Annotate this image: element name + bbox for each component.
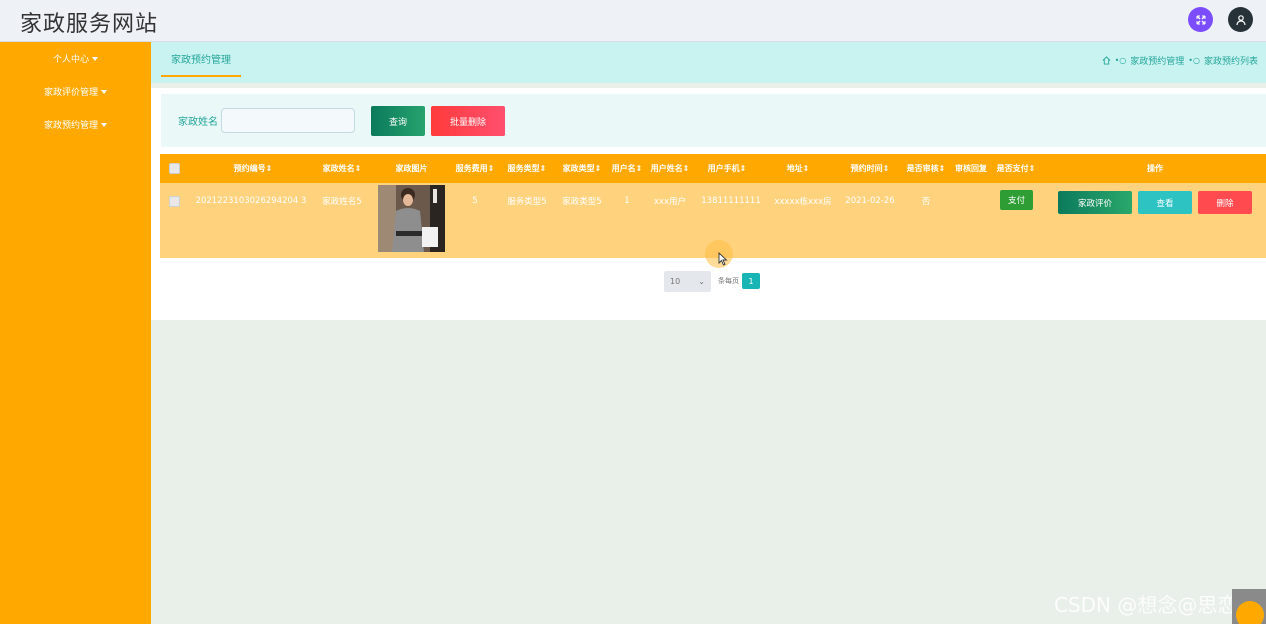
- query-button[interactable]: 查询: [371, 106, 425, 136]
- review-button[interactable]: 家政评价: [1058, 191, 1132, 214]
- breadcrumb-separator-icon: •○: [1188, 56, 1200, 65]
- fullscreen-toggle-icon[interactable]: [1188, 7, 1213, 32]
- corner-badge: [1232, 589, 1266, 624]
- housekeeping-type-cell: 家政类型5: [562, 197, 602, 207]
- sidebar-item-booking-management[interactable]: 家政预约管理: [0, 118, 151, 131]
- user-avatar-icon[interactable]: [1228, 7, 1253, 32]
- view-button[interactable]: 查看: [1138, 191, 1192, 214]
- sidebar-item-review-management[interactable]: 家政评价管理: [0, 85, 151, 98]
- fee-cell: 5: [472, 196, 478, 206]
- column-header[interactable]: 用户名 ⇕: [609, 154, 645, 183]
- batch-delete-button[interactable]: 批量删除: [431, 106, 505, 136]
- column-header[interactable]: 服务类型 ⇕: [503, 154, 551, 183]
- audit-reply-cell: [951, 195, 991, 207]
- column-header[interactable]: 用户手机 ⇕: [700, 154, 754, 183]
- chevron-down-icon: ⌄: [698, 276, 705, 286]
- breadcrumb-item: 家政预约列表: [1203, 57, 1258, 67]
- caret-down-icon: [92, 56, 98, 61]
- row-checkbox[interactable]: [167, 195, 181, 207]
- select-all-checkbox[interactable]: [167, 154, 181, 183]
- caret-down-icon: [101, 89, 107, 94]
- housekeeper-photo: [378, 185, 445, 252]
- search-input[interactable]: [221, 108, 355, 133]
- content-header: 家政预约管理 •○ 家政预约管理 •○ 家政预约列表: [151, 42, 1266, 83]
- pay-button[interactable]: 支付: [1000, 190, 1033, 210]
- column-header[interactable]: 家政类型 ⇕: [558, 154, 606, 183]
- search-label: 家政姓名: [178, 117, 218, 128]
- breadcrumb-item[interactable]: 家政预约管理: [1130, 54, 1184, 67]
- column-header[interactable]: 地址 ⇕: [772, 154, 824, 183]
- column-header[interactable]: 用户姓名 ⇕: [646, 154, 694, 183]
- service-type-cell: 服务类型5: [507, 197, 547, 207]
- column-header[interactable]: 家政姓名 ⇕: [313, 154, 371, 183]
- column-header[interactable]: 预约时间 ⇕: [842, 154, 898, 183]
- sidebar-item-label: 家政评价管理: [43, 88, 98, 98]
- sidebar: 个人中心 家政评价管理 家政预约管理: [0, 42, 151, 624]
- address-cell: xxxxx栋xxx房: [774, 197, 832, 207]
- user-realname-cell: xxx用户: [653, 197, 687, 207]
- column-header[interactable]: 预约编号 ⇕: [198, 154, 308, 183]
- column-header: 家政图片: [395, 164, 428, 173]
- booking-date-cell: 2021-02-26: [845, 196, 895, 206]
- caret-down-icon: [101, 122, 107, 127]
- delete-button[interactable]: 删除: [1198, 191, 1252, 214]
- app-title: 家政服务网站: [20, 12, 159, 37]
- home-icon[interactable]: [1102, 56, 1111, 65]
- per-page-label: 条每页: [718, 277, 739, 285]
- watermark: CSDN @想念@思恋: [1054, 593, 1238, 617]
- breadcrumb: •○ 家政预约管理 •○ 家政预约列表: [1102, 54, 1258, 67]
- sidebar-item-label: 家政预约管理: [43, 121, 98, 131]
- page-size-select[interactable]: 10 ⌄: [664, 270, 711, 292]
- audit-status-cell: 否: [921, 197, 931, 207]
- column-header[interactable]: 是否支付 ⇕: [992, 154, 1040, 183]
- page-number-button[interactable]: 1: [742, 273, 760, 289]
- sidebar-item-label: 个人中心: [52, 55, 89, 65]
- column-header[interactable]: 是否审核 ⇕: [903, 154, 949, 183]
- sidebar-item-personal-center[interactable]: 个人中心: [0, 52, 151, 65]
- top-bar: 家政服务网站: [0, 0, 1266, 42]
- column-header[interactable]: 服务费用 ⇕: [451, 154, 499, 183]
- column-header: 操作: [1147, 164, 1163, 173]
- pagination: 10 ⌄ 条每页 1: [664, 270, 760, 292]
- column-header: 审核回复: [955, 164, 987, 173]
- main-content: 家政姓名 查询 批量删除 预约编号 ⇕ 家政姓名 ⇕ 家政图片 服务费用 ⇕ 服务类型…: [151, 88, 1266, 320]
- housekeeper-name-cell: 家政姓名5: [322, 197, 362, 207]
- booking-id-cell: 2021223103026294204 3: [195, 196, 307, 206]
- breadcrumb-separator-icon: •○: [1114, 56, 1127, 65]
- tab-booking-management[interactable]: 家政预约管理: [161, 42, 241, 77]
- page-size-value: 10: [670, 276, 681, 286]
- mouse-pointer-icon: [718, 252, 728, 266]
- search-panel: 家政姓名 查询 批量删除: [161, 94, 1266, 147]
- phone-cell: 13811111111: [701, 196, 761, 206]
- table-header: 预约编号 ⇕ 家政姓名 ⇕ 家政图片 服务费用 ⇕ 服务类型 ⇕ 家政类型 ⇕ 用户名 ⇕ …: [160, 154, 1266, 183]
- username-cell: 1: [624, 196, 630, 206]
